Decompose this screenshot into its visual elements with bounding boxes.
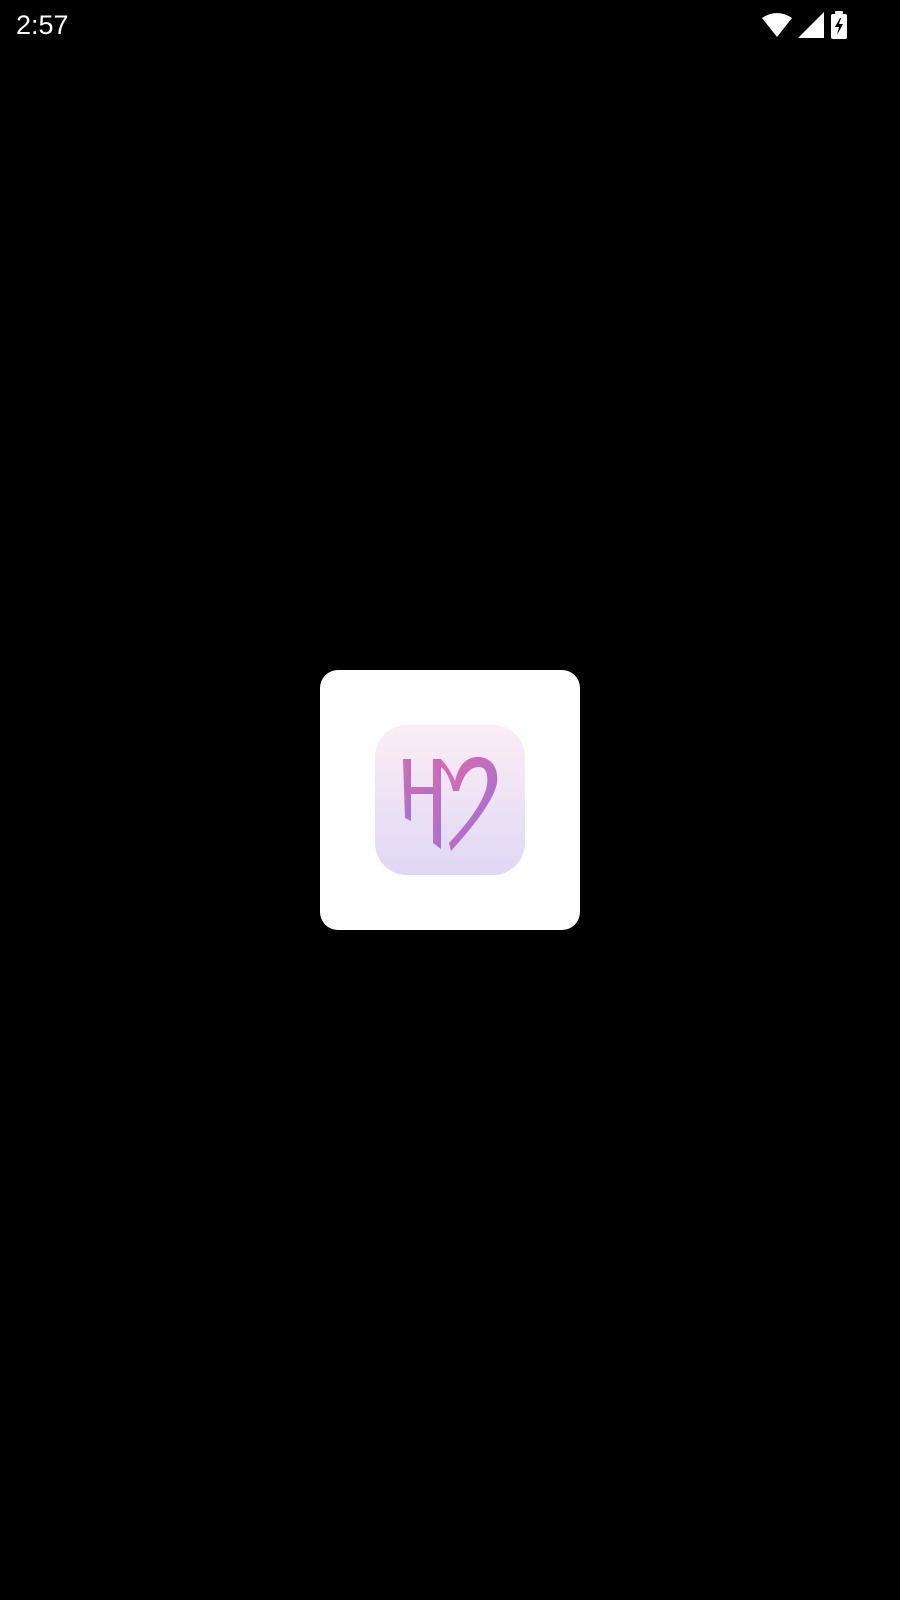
wifi-icon <box>762 13 792 37</box>
splash-logo-card <box>320 670 580 930</box>
splash-screen: 2:57 <box>0 0 900 1600</box>
battery-charging-icon <box>830 11 848 39</box>
cellular-signal-icon <box>798 12 824 38</box>
status-icons <box>762 8 848 42</box>
app-logo-hm-heart-icon <box>375 725 525 875</box>
status-bar: 2:57 <box>0 0 900 50</box>
status-time: 2:57 <box>16 10 69 40</box>
